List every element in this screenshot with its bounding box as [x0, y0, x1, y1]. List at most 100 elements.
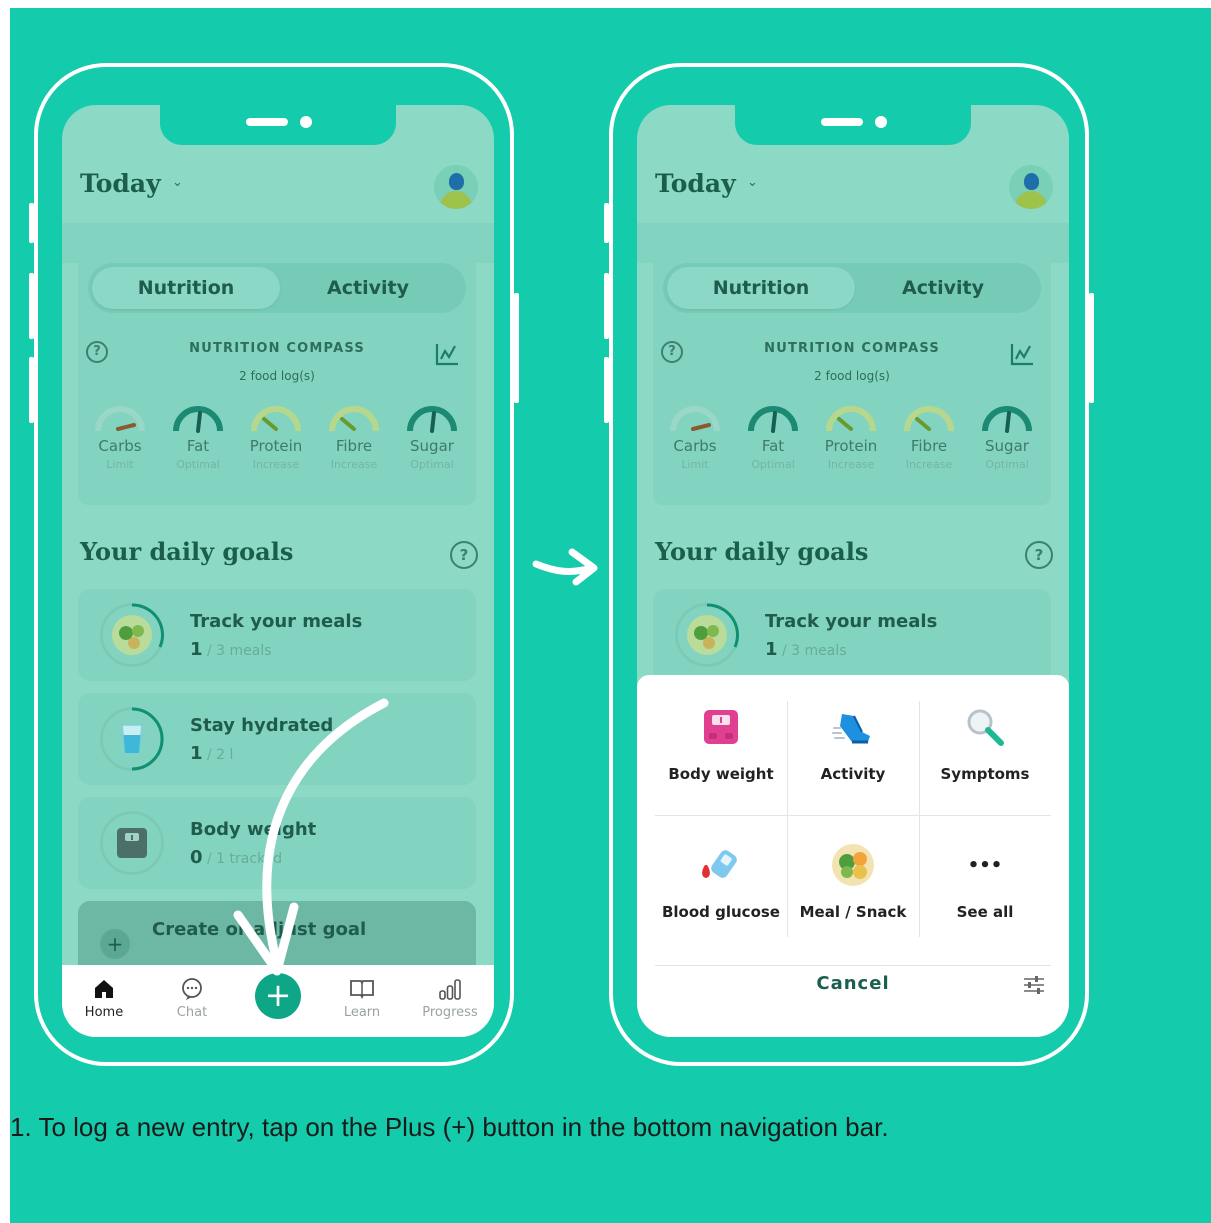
gauge-status: Limit: [106, 458, 134, 471]
gauge-dial-icon: [904, 406, 954, 432]
tab-nutrition[interactable]: Nutrition: [92, 277, 280, 299]
gauge-name: Sugar: [410, 437, 454, 455]
sliders-icon[interactable]: [1023, 975, 1045, 995]
goal-card-meals: Track your meals 1 / 3 meals: [653, 589, 1051, 681]
phone-frame-entry-sheet: Today ⌄ Nutrition Activity ? NUTRITION C…: [604, 63, 1094, 1066]
next-step-arrow-icon: [532, 548, 598, 586]
gauge-fibre: Fibre Increase: [891, 403, 967, 471]
progress-ring: [121, 707, 164, 771]
create-goal-label: Create or adjust goal: [152, 919, 367, 940]
goal-card-body-weight[interactable]: Body weight 0 / 1 tracked: [78, 797, 476, 889]
nutrition-compass-card: Nutrition Activity ? NUTRITION COMPASS 2…: [78, 245, 476, 505]
gauge-carbs: Carbs Limit: [657, 403, 733, 471]
goals-title: Your daily goals: [655, 537, 869, 566]
entry-label: See all: [956, 903, 1014, 921]
instruction-caption: 1. To log a new entry, tap on the Plus (…: [10, 1112, 889, 1142]
nav-chat[interactable]: Chat: [156, 975, 228, 1020]
chart-icon[interactable]: [434, 341, 460, 367]
goal-card-meals[interactable]: Track your meals 1 / 3 meals: [78, 589, 476, 681]
question-icon: ?: [1025, 541, 1053, 569]
avatar[interactable]: [434, 165, 478, 209]
gauge-dial-icon: [826, 406, 876, 432]
phone-side-button: [29, 357, 34, 423]
gauge-dial-icon: [407, 406, 457, 433]
gauge-dial-icon: [329, 406, 379, 432]
gauge-dial-icon: [670, 406, 720, 432]
chevron-down-icon[interactable]: ⌄: [172, 175, 183, 190]
nav-label: Progress: [422, 1005, 478, 1020]
goal-progress: 1 / 3 meals: [190, 639, 272, 660]
goal-card-hydration[interactable]: Stay hydrated 1 / 2 l: [78, 693, 476, 785]
entry-label: Symptoms: [940, 765, 1030, 783]
entry-meal-snack[interactable]: Meal / Snack: [787, 823, 919, 939]
gauge-status: Optimal: [410, 458, 454, 471]
gauge-dial-icon: [251, 406, 301, 432]
nutrition-compass-card: Nutrition Activity ? NUTRITION COMPASS 2…: [653, 245, 1051, 505]
glucose-meter-icon: [655, 841, 787, 889]
entry-label: Activity: [820, 765, 886, 783]
progress-ring: [112, 603, 164, 655]
nav-home[interactable]: Home: [68, 975, 140, 1020]
gauge-carbs[interactable]: Carbs Limit: [82, 403, 158, 471]
entry-label: Meal / Snack: [799, 903, 907, 921]
phone-side-button: [29, 203, 34, 243]
phone-side-button: [1089, 293, 1094, 403]
gauge-status: Limit: [681, 458, 709, 471]
tab-switcher: Nutrition Activity: [663, 263, 1041, 313]
home-icon: [68, 975, 140, 1003]
tab-activity[interactable]: Activity: [274, 277, 462, 299]
gauge-name: Sugar: [985, 437, 1029, 455]
gauge-dial-icon: [748, 406, 798, 433]
gauge-status: Increase: [905, 458, 953, 471]
entry-symptoms[interactable]: Symptoms: [919, 685, 1051, 801]
goal-title: Track your meals: [190, 611, 363, 632]
progress-ring: [687, 603, 739, 655]
nav-label: Home: [84, 1005, 124, 1020]
phone-frame-home: Today ⌄ Nutrition Activity ? NUTRITION C…: [29, 63, 519, 1066]
chart-icon: [1010, 344, 1033, 366]
sneaker-icon: [787, 703, 919, 751]
nav-progress[interactable]: Progress: [414, 975, 486, 1020]
gauge-name: Protein: [249, 437, 303, 455]
phone-side-button: [514, 293, 519, 403]
goal-progress: 1 / 2 l: [190, 743, 234, 764]
nav-label: Learn: [343, 1005, 381, 1020]
gauge-status: Optimal: [751, 458, 795, 471]
add-entry-button[interactable]: +: [255, 973, 301, 1019]
entry-label: Body weight: [668, 765, 774, 783]
phone-notch: [160, 105, 396, 145]
goal-progress: 1 / 3 meals: [765, 639, 847, 660]
gauge-fat[interactable]: Fat Optimal: [160, 403, 236, 471]
cancel-button[interactable]: Cancel: [637, 973, 1069, 994]
gauge-protein: Protein Increase: [813, 403, 889, 471]
gauge-protein[interactable]: Protein Increase: [238, 403, 314, 471]
nav-learn[interactable]: Learn: [326, 975, 398, 1020]
phone-side-button: [604, 357, 609, 423]
magnifier-icon: [919, 703, 1051, 751]
app-screen: Today ⌄ Nutrition Activity ? NUTRITION C…: [62, 105, 494, 1037]
question-icon[interactable]: ?: [450, 541, 478, 569]
date-selector[interactable]: Today: [80, 169, 161, 198]
entry-see-all[interactable]: ••• See all: [919, 823, 1051, 939]
entry-blood-glucose[interactable]: Blood glucose: [655, 823, 787, 939]
gauge-dial-icon: [95, 406, 145, 432]
scale-icon: [117, 828, 147, 858]
gauge-sugar: Sugar Optimal: [969, 403, 1045, 471]
gauge-dial-icon: [982, 406, 1032, 433]
chevron-down-icon: ⌄: [747, 175, 758, 190]
gauge-fibre[interactable]: Fibre Increase: [316, 403, 392, 471]
gauge-name: Fat: [761, 437, 785, 455]
book-icon: [326, 975, 398, 1003]
entry-body-weight[interactable]: Body weight: [655, 685, 787, 801]
gauge-name: Protein: [824, 437, 878, 455]
bottom-nav-bar: Home Chat + Learn Progress: [62, 965, 494, 1037]
meal-plate-icon: [787, 841, 919, 889]
gauge-name: Carbs: [673, 437, 717, 455]
gauge-sugar[interactable]: Sugar Optimal: [394, 403, 470, 471]
goal-title: Body weight: [190, 819, 317, 840]
gauge-name: Fibre: [910, 437, 948, 455]
entry-activity[interactable]: Activity: [787, 685, 919, 801]
compass-subtitle: 2 food log(s): [814, 369, 890, 383]
gauge-status: Increase: [827, 458, 875, 471]
gauge-status: Optimal: [176, 458, 220, 471]
